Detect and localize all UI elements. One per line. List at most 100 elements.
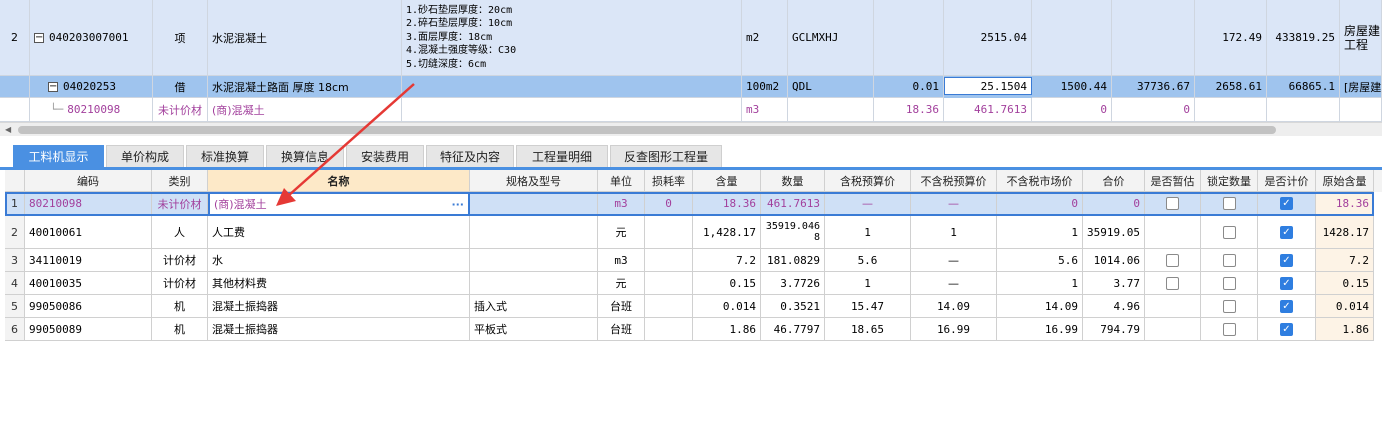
header-original-content[interactable]: 原始含量 <box>1316 170 1374 192</box>
table-row[interactable]: 3 34110019 计价材 水 m3 7.2 181.0829 5.6 — 5… <box>5 249 1382 272</box>
header-content[interactable]: 含量 <box>693 170 761 192</box>
cell-tax-budget-price[interactable]: — <box>825 192 911 216</box>
cell-pretax-market-price[interactable]: 0 <box>997 192 1083 216</box>
cell-tax-budget-price[interactable]: 1 <box>825 216 911 249</box>
cell-pretax-budget-price[interactable]: — <box>911 249 997 272</box>
cell-code[interactable]: 40010035 <box>25 272 152 295</box>
cell-pretax-budget-price[interactable]: 16.99 <box>911 318 997 341</box>
cell-lock-qty[interactable] <box>1201 216 1258 249</box>
cell-name[interactable]: 混凝土振捣器 <box>208 318 470 341</box>
cell-category[interactable]: 机 <box>152 318 208 341</box>
cell-name[interactable]: 其他材料费 <box>208 272 470 295</box>
cell-tax-budget-price[interactable]: 1 <box>825 272 911 295</box>
feature-cell[interactable]: 1.砂石垫层厚度：20cm 2.碎石垫层厚度：10cm 3.面层厚度：18cm … <box>402 0 742 76</box>
tab-features-content[interactable]: 特征及内容 <box>426 145 514 167</box>
cell-unit[interactable]: 元 <box>598 272 645 295</box>
cell-loss-rate[interactable] <box>645 249 693 272</box>
material-row[interactable]: └─ 80210098 未计价材 (商)混凝土 m3 18.36 461.761… <box>0 98 1382 122</box>
cell-pretax-budget-price[interactable]: — <box>911 192 997 216</box>
cell-category[interactable]: 人 <box>152 216 208 249</box>
cell-loss-rate[interactable] <box>645 318 693 341</box>
cell-code[interactable]: 80210098 <box>25 192 152 216</box>
qty-cell[interactable]: 2515.04 <box>944 0 1032 76</box>
tab-standard-conversion[interactable]: 标准换算 <box>186 145 264 167</box>
cell-content[interactable]: 1.86 <box>693 318 761 341</box>
cell-unit[interactable]: 台班 <box>598 295 645 318</box>
priced-checkbox[interactable]: ✓ <box>1280 253 1293 267</box>
cell-lock-qty[interactable] <box>1201 295 1258 318</box>
tab-conversion-info[interactable]: 换算信息 <box>266 145 344 167</box>
tab-unit-price-composition[interactable]: 单价构成 <box>106 145 184 167</box>
cell-pretax-market-price[interactable]: 16.99 <box>997 318 1083 341</box>
cell-priced[interactable]: ✓ <box>1258 249 1316 272</box>
name-cell[interactable]: (商)混凝土 <box>208 98 402 122</box>
cell-content[interactable]: 1,428.17 <box>693 216 761 249</box>
cell-pretax-budget-price[interactable]: 1 <box>911 216 997 249</box>
header-category[interactable]: 类别 <box>152 170 208 192</box>
cell-category[interactable]: 计价材 <box>152 249 208 272</box>
header-loss-rate[interactable]: 损耗率 <box>645 170 693 192</box>
cell-content[interactable]: 18.36 <box>693 192 761 216</box>
cell-unit[interactable]: 台班 <box>598 318 645 341</box>
cell-spec[interactable]: 平板式 <box>470 318 598 341</box>
quantity-input[interactable]: 25.1504 <box>944 77 1032 95</box>
cell-unit[interactable]: m3 <box>598 249 645 272</box>
quota-row[interactable]: − 04020253 借 水泥混凝土路面 厚度 18cm 100m2 QDL 0… <box>0 76 1382 98</box>
cell-tax-budget-price[interactable]: 18.65 <box>825 318 911 341</box>
provisional-checkbox[interactable] <box>1166 276 1179 290</box>
lock-qty-checkbox[interactable] <box>1222 253 1236 267</box>
table-row[interactable]: 5 99050086 机 混凝土振捣器 插入式 台班 0.014 0.3521 … <box>5 295 1382 318</box>
cell-lock-qty[interactable] <box>1201 249 1258 272</box>
cell-spec[interactable] <box>470 272 598 295</box>
cell-pretax-market-price[interactable]: 1 <box>997 216 1083 249</box>
scroll-left-icon[interactable]: ◀ <box>5 125 11 134</box>
tab-labor-material-machine[interactable]: 工料机显示 <box>13 145 104 167</box>
cell-priced[interactable]: ✓ <box>1258 272 1316 295</box>
collapse-icon[interactable]: − <box>48 81 58 92</box>
cell-provisional[interactable] <box>1145 272 1201 295</box>
header-total[interactable]: 合价 <box>1083 170 1145 192</box>
cell-pretax-budget-price[interactable]: — <box>911 272 997 295</box>
cell-quantity[interactable]: 181.0829 <box>761 249 825 272</box>
name-cell[interactable]: 水泥混凝土 <box>208 0 402 76</box>
cell-name[interactable]: 人工费 <box>208 216 470 249</box>
name-cell[interactable]: 水泥混凝土路面 厚度 18cm <box>208 76 402 98</box>
cell-spec[interactable] <box>470 216 598 249</box>
cell-spec[interactable] <box>470 249 598 272</box>
cell-spec[interactable]: 插入式 <box>470 295 598 318</box>
cell-loss-rate[interactable]: 0 <box>645 192 693 216</box>
cell-unit[interactable]: 元 <box>598 216 645 249</box>
cell-content[interactable]: 7.2 <box>693 249 761 272</box>
cell-priced[interactable]: ✓ <box>1258 295 1316 318</box>
tab-installation-fee[interactable]: 安装费用 <box>346 145 424 167</box>
priced-checkbox[interactable]: ✓ <box>1280 299 1293 313</box>
cell-pretax-budget-price[interactable]: 14.09 <box>911 295 997 318</box>
header-code[interactable]: 编码 <box>25 170 152 192</box>
collapse-icon[interactable]: − <box>34 32 44 43</box>
header-spec[interactable]: 规格及型号 <box>470 170 598 192</box>
header-unit[interactable]: 单位 <box>598 170 645 192</box>
lock-qty-checkbox[interactable] <box>1222 322 1236 336</box>
cell-quantity[interactable]: 3.7726 <box>761 272 825 295</box>
lock-qty-checkbox[interactable] <box>1222 225 1236 239</box>
cell-quantity[interactable]: 0.3521 <box>761 295 825 318</box>
table-row[interactable]: 1 80210098 未计价材 (商)混凝土 ··· m3 0 18.36 46… <box>5 192 1382 216</box>
horizontal-scrollbar[interactable]: ◀ <box>0 122 1382 136</box>
header-name[interactable]: 名称 <box>208 170 470 192</box>
cell-spec[interactable] <box>470 192 598 216</box>
cell-lock-qty[interactable] <box>1201 272 1258 295</box>
priced-checkbox[interactable]: ✓ <box>1280 276 1293 290</box>
cell-lock-qty[interactable] <box>1201 192 1258 216</box>
tab-quantity-detail[interactable]: 工程量明细 <box>516 145 608 167</box>
table-row[interactable]: 4 40010035 计价材 其他材料费 元 0.15 3.7726 1 — 1… <box>5 272 1382 295</box>
cell-priced[interactable]: ✓ <box>1258 216 1316 249</box>
table-row[interactable]: 2 40010061 人 人工费 元 1,428.17 35919.0468 1… <box>5 216 1382 249</box>
name-input[interactable]: (商)混凝土 ··· <box>208 192 470 216</box>
header-quantity[interactable]: 数量 <box>761 170 825 192</box>
cell-loss-rate[interactable] <box>645 216 693 249</box>
cell-name[interactable]: 水 <box>208 249 470 272</box>
cell-name[interactable]: 混凝土振捣器 <box>208 295 470 318</box>
bill-item-row[interactable]: 2 − 040203007001 项 水泥混凝土 1.砂石垫层厚度：20cm 2… <box>0 0 1382 76</box>
cell-tax-budget-price[interactable]: 5.6 <box>825 249 911 272</box>
header-provisional[interactable]: 是否暂估 <box>1145 170 1201 192</box>
